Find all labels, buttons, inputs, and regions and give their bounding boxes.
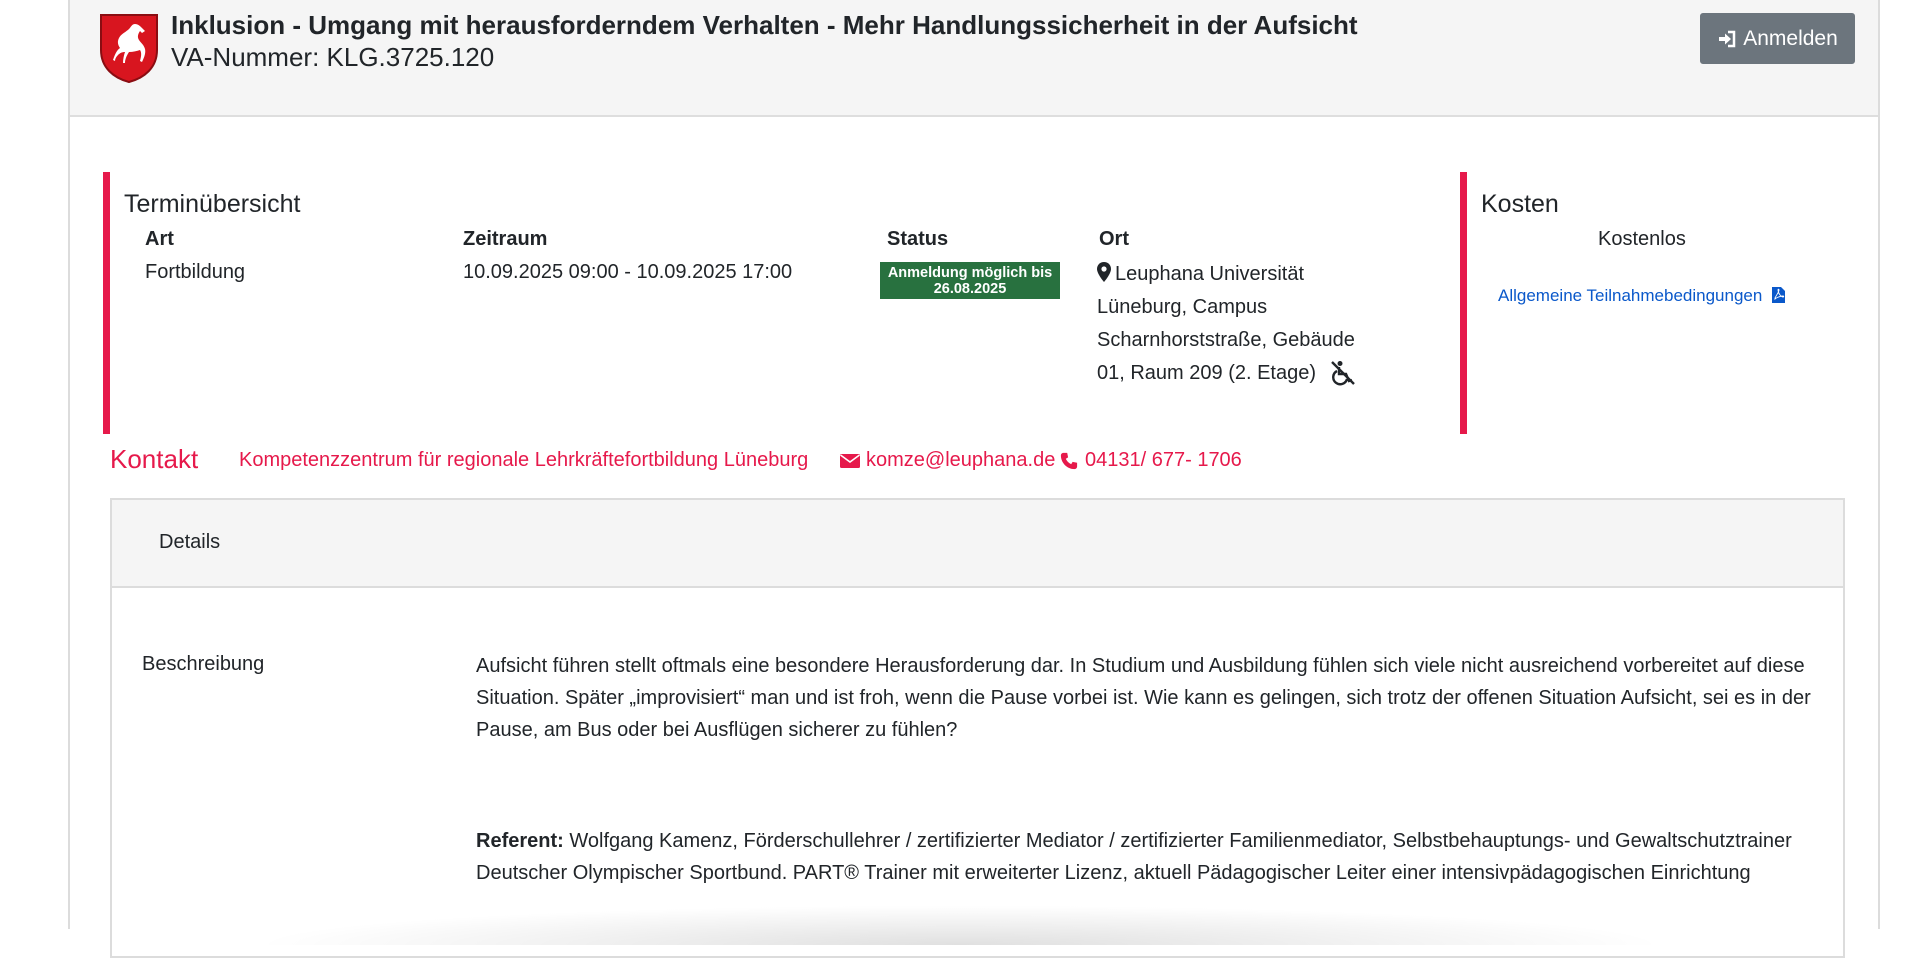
- kontakt-email-link[interactable]: komze@leuphana.de: [840, 449, 1055, 472]
- referent-label: Referent:: [476, 830, 564, 852]
- kontakt-phone-link[interactable]: 04131/ 677- 1706: [1059, 449, 1242, 472]
- page-title: Inklusion - Umgang mit herausforderndem …: [171, 10, 1358, 40]
- pdf-file-icon: [1772, 287, 1786, 303]
- kontakt-label: Kontakt: [110, 444, 199, 474]
- va-number: VA-Nummer: KLG.3725.120: [171, 42, 495, 72]
- kontakt-phone: 04131/ 677- 1706: [1085, 449, 1242, 471]
- ort-label: Ort: [1099, 228, 1129, 250]
- terms-link-label: Allgemeine Teilnahmebedingungen: [1498, 286, 1763, 305]
- kontakt-organization-link[interactable]: Kompetenzzentrum für regionale Lehrkräft…: [239, 449, 808, 472]
- kosten-value: Kostenlos: [1598, 228, 1686, 250]
- referent-text: Wolfgang Kamenz, Förderschullehrer / zer…: [476, 830, 1792, 884]
- login-button[interactable]: Anmelden: [1700, 13, 1855, 64]
- termin-accent-bar: [103, 172, 110, 434]
- map-marker-icon: [1097, 262, 1111, 282]
- beschreibung-text: Aufsicht führen stellt oftmals eine beso…: [476, 655, 1811, 741]
- termin-heading: Terminübersicht: [124, 190, 301, 218]
- zeitraum-value: 10.09.2025 09:00 - 10.09.2025 17:00: [463, 261, 793, 283]
- envelope-icon: [840, 453, 860, 468]
- niedersachsen-crest-icon: [100, 14, 158, 84]
- kosten-heading: Kosten: [1481, 190, 1559, 218]
- art-label: Art: [145, 228, 174, 250]
- status-badge: Anmeldung möglich bis 26.08.2025: [880, 262, 1060, 299]
- status-label: Status: [887, 228, 949, 250]
- ort-value: Leuphana Universität Lüneburg, Campus Sc…: [1097, 263, 1355, 384]
- kosten-accent-bar: [1460, 172, 1467, 434]
- status-badge-line1: Anmeldung möglich bis: [887, 265, 1053, 281]
- status-badge-line2: 26.08.2025: [933, 281, 1007, 297]
- sign-in-icon: [1719, 30, 1736, 47]
- beschreibung-label: Beschreibung: [142, 653, 265, 675]
- details-title: Details: [159, 531, 221, 553]
- art-value: Fortbildung: [145, 261, 246, 283]
- login-label: Anmelden: [1743, 26, 1838, 50]
- referent-block: Referent: Wolfgang Kamenz, Förderschulle…: [476, 825, 1816, 889]
- phone-icon: [1060, 452, 1078, 469]
- kontakt-email: komze@leuphana.de: [866, 449, 1056, 471]
- zeitraum-label: Zeitraum: [463, 228, 548, 250]
- wheelchair-icon: [1331, 361, 1355, 386]
- terms-link[interactable]: Allgemeine Teilnahmebedingungen: [1498, 286, 1786, 306]
- details-card-header: Details: [112, 500, 1843, 588]
